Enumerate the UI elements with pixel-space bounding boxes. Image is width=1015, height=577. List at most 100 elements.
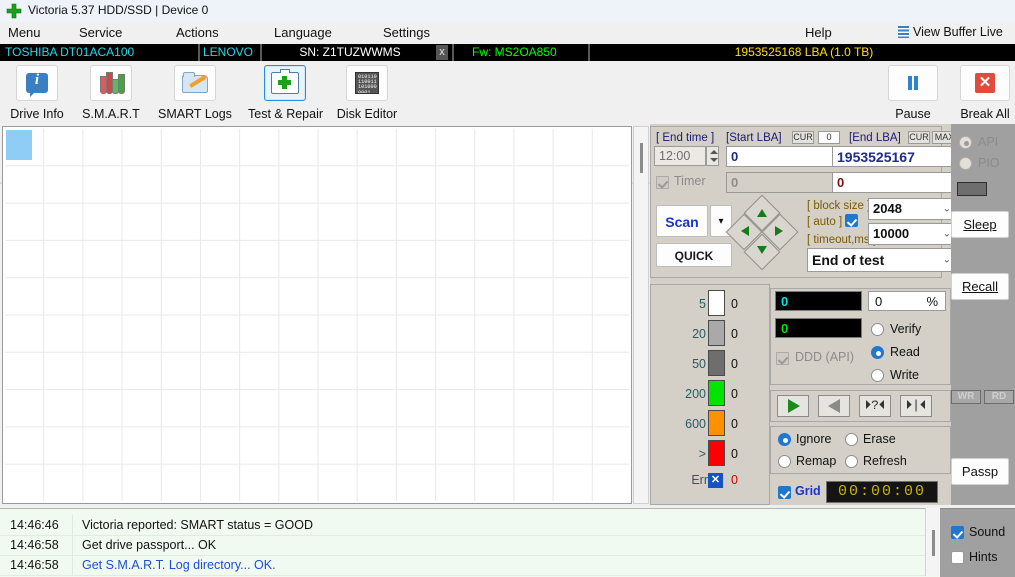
surface-map-scrollbar-thumb[interactable] (640, 143, 643, 173)
mode-radio-write[interactable] (871, 369, 884, 382)
log-message: Get S.M.A.R.T. Log directory... OK. (82, 558, 276, 572)
sleep-label: Sleep (963, 217, 997, 232)
toolbar-label-break-all: Break All (960, 107, 1010, 121)
mode-label-read: Read (890, 345, 920, 359)
log-divider (72, 515, 73, 535)
mode-label-write: Write (890, 368, 919, 382)
hints-label: Hints (969, 550, 998, 564)
transport-button-end[interactable]: ⏵|⏴ (900, 395, 932, 417)
defect-radio-remap[interactable] (778, 455, 791, 468)
menu-item-menu[interactable]: Menu (8, 25, 41, 40)
view-buffer-live-button[interactable]: View Buffer Live (898, 25, 1003, 39)
log-row: 14:46:58 Get S.M.A.R.T. Log directory...… (0, 555, 940, 576)
transport-button-reverse[interactable] (818, 395, 850, 417)
passp-button[interactable]: Passp (951, 458, 1009, 485)
timer-end-field[interactable]: 0 (832, 172, 957, 193)
surface-map-scrollbar[interactable] (633, 126, 649, 504)
defect-radio-erase[interactable] (845, 433, 858, 446)
surface-map-current-block (6, 130, 32, 160)
sound-label: Sound (969, 525, 1006, 539)
toolbar-button-pause[interactable]: Pause (876, 65, 950, 121)
mode-radio-verify[interactable] (871, 323, 884, 336)
end-lba-cur-button[interactable]: CUR (908, 131, 930, 144)
log-scrollbar[interactable] (925, 508, 940, 576)
sleep-button[interactable]: Sleep (951, 211, 1009, 238)
info-divider (198, 44, 200, 61)
toolbar-button-break-all[interactable]: ✕ Break All (948, 65, 1015, 121)
legend-row: 600 0 (650, 410, 770, 440)
legend-row: 50 0 (650, 350, 770, 380)
legend-count: 0 (731, 447, 738, 461)
toolbar-button-smart-logs[interactable]: SMART Logs (158, 65, 232, 121)
close-button[interactable]: ✕ (945, 0, 1014, 22)
grid-checkbox[interactable] (778, 486, 791, 499)
status-indicator-box (957, 182, 987, 196)
start-lba-zero-button[interactable]: 0 (818, 131, 840, 144)
surface-map[interactable] (2, 126, 632, 504)
speed-field: 0 (775, 291, 862, 311)
toolbar-button-drive-info[interactable]: Drive Info (0, 65, 74, 121)
timeout-select[interactable]: 10000 ⌄ (868, 223, 957, 245)
menu-item-help[interactable]: Help (805, 25, 832, 40)
toolbar-label-drive-info: Drive Info (10, 107, 64, 121)
minimize-icon: — (853, 0, 899, 11)
ddd-api-checkbox[interactable] (776, 352, 789, 365)
drive-firmware: Fw: MS2OA850 (472, 45, 557, 59)
binary-page-icon: 010110 110011 101000 0001 (355, 72, 379, 94)
timer-checkbox[interactable] (656, 176, 669, 189)
percent-field: 0 % (868, 291, 946, 311)
end-time-label: [ End time ] (656, 132, 715, 144)
menu-item-settings[interactable]: Settings (383, 25, 430, 40)
start-lba-label: [Start LBA] (726, 132, 782, 144)
pio-label: PIO (978, 156, 1000, 170)
surface-map-grid (5, 129, 629, 501)
auto-checkbox[interactable] (845, 214, 858, 227)
recall-button[interactable]: Recall (951, 273, 1009, 300)
drive-vendor: LENOVO (203, 45, 254, 59)
end-lba-label: [End LBA] (849, 132, 901, 144)
maximize-icon: □ (899, 0, 945, 11)
log-panel[interactable]: 14:46:46 Victoria reported: SMART status… (0, 508, 940, 577)
hints-checkbox[interactable] (951, 551, 964, 564)
log-scrollbar-thumb[interactable] (932, 530, 935, 556)
toolbar-button-test-repair[interactable]: Test & Repair (248, 65, 323, 121)
drive-serial: SN: Z1TUZWWMS (299, 45, 401, 59)
end-lba-field[interactable]: 1953525167 (832, 146, 957, 167)
toolbar-button-smart[interactable]: S.M.A.R.T (74, 65, 148, 121)
percent-sign: % (926, 294, 938, 309)
legend-swatch (708, 440, 725, 466)
close-drive-button[interactable]: x (436, 45, 448, 60)
menu-item-service[interactable]: Service (79, 25, 122, 40)
chevron-down-icon: ⌄ (942, 203, 951, 215)
nav-left-arrow-icon (741, 226, 749, 236)
start-lba-cur-button[interactable]: CUR (792, 131, 814, 144)
toolbar-button-disk-editor[interactable]: 010110 110011 101000 0001 Disk Editor (330, 65, 404, 121)
title-bar: Victoria 5.37 HDD/SSD | Device 0 — □ ✕ (0, 0, 1015, 22)
defect-radio-ignore[interactable] (778, 433, 791, 446)
pio-radio[interactable] (959, 157, 972, 170)
break-all-button-box: ✕ (960, 65, 1010, 101)
api-radio[interactable] (959, 136, 972, 149)
sound-checkbox[interactable] (951, 526, 964, 539)
end-time-field[interactable]: 12:00 (654, 146, 706, 166)
mode-radio-read[interactable] (871, 346, 884, 359)
end-of-test-select[interactable]: End of test ⌄ (807, 248, 957, 272)
menu-item-actions[interactable]: Actions (176, 25, 219, 40)
elapsed-clock: 00:00:00 (826, 481, 938, 503)
transport-button-random[interactable]: ⏵?⏴ (859, 395, 891, 417)
block-size-select[interactable]: 2048 ⌄ (868, 198, 957, 220)
log-time: 14:46:46 (10, 518, 59, 532)
log-time: 14:46:58 (10, 558, 59, 572)
scan-button[interactable]: Scan (656, 205, 708, 237)
legend-swatch (708, 410, 725, 436)
legend-threshold: > (698, 447, 706, 461)
drive-info-bar: TOSHIBA DT01ACA100 LENOVO SN: Z1TUZWWMS … (0, 44, 1015, 61)
victoria-app-window: Victoria 5.37 HDD/SSD | Device 0 — □ ✕ M… (0, 0, 1015, 577)
nav-down-arrow-icon (757, 246, 767, 254)
end-time-spinner[interactable] (706, 146, 719, 166)
end-of-test-value: End of test (812, 252, 885, 268)
defect-radio-refresh[interactable] (845, 455, 858, 468)
transport-button-play[interactable] (777, 395, 809, 417)
quick-button[interactable]: QUICK (656, 243, 732, 267)
menu-item-language[interactable]: Language (274, 25, 332, 40)
